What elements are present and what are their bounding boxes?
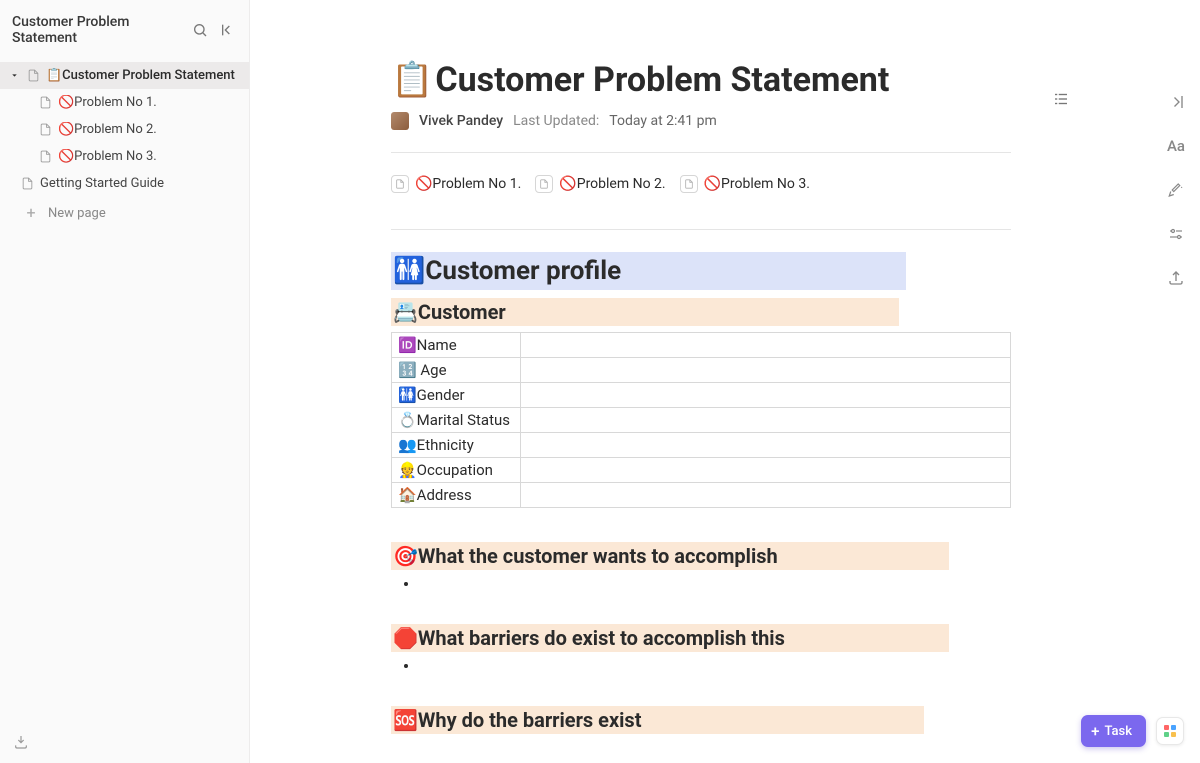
apps-button[interactable] — [1156, 717, 1184, 745]
page-title[interactable]: 📋Customer Problem Statement — [391, 60, 1011, 100]
field-label[interactable]: 👥Ethnicity — [392, 433, 521, 458]
tree-item-label: Getting Started Guide — [40, 176, 164, 191]
page-title-text: Customer Problem Statement — [435, 60, 889, 100]
field-label[interactable]: 👷Occupation — [392, 458, 521, 483]
chip-label: 🚫Problem No 2. — [559, 176, 665, 192]
table-row[interactable]: 💍Marital Status — [392, 408, 1011, 433]
field-value[interactable] — [520, 458, 1010, 483]
barriers-list[interactable] — [391, 658, 1011, 676]
apps-icon — [1164, 725, 1176, 737]
field-label[interactable]: 💍Marital Status — [392, 408, 521, 433]
tree-item-getting-started[interactable]: Getting Started Guide — [0, 170, 249, 197]
expand-icon[interactable] — [1164, 90, 1188, 114]
ai-sparkle-icon[interactable] — [1164, 178, 1188, 202]
document-content[interactable]: 📋Customer Problem Statement Vivek Pandey… — [351, 0, 1051, 763]
divider — [391, 152, 1011, 153]
plus-icon: + — [24, 205, 38, 221]
heading-customer-profile[interactable]: 🚻Customer profile — [391, 252, 906, 290]
subpage-chips: 🚫Problem No 1. 🚫Problem No 2. 🚫Problem N… — [391, 175, 1011, 193]
table-row[interactable]: 🏠Address — [392, 483, 1011, 508]
tree-item-customer-problem-statement[interactable]: 📋Customer Problem Statement — [0, 62, 249, 89]
subpage-chip-1[interactable]: 🚫Problem No 1. — [391, 175, 521, 193]
heading-accomplish[interactable]: 🎯What the customer wants to accomplish — [391, 542, 949, 570]
field-value[interactable] — [520, 333, 1010, 358]
tree-item-problem-3[interactable]: 🚫Problem No 3. — [0, 143, 249, 170]
table-row[interactable]: 🚻Gender — [392, 383, 1011, 408]
field-value[interactable] — [520, 383, 1010, 408]
plus-icon: + — [1091, 722, 1099, 740]
sidebar-header: Customer Problem Statement — [0, 0, 249, 60]
page-icon — [26, 69, 40, 83]
tree-item-label: 🚫Problem No 1. — [58, 95, 157, 110]
chip-label: 🚫Problem No 3. — [704, 176, 810, 192]
field-value[interactable] — [520, 358, 1010, 383]
field-value[interactable] — [520, 433, 1010, 458]
tree-item-problem-1[interactable]: 🚫Problem No 1. — [0, 89, 249, 116]
field-label[interactable]: 🔢 Age — [392, 358, 521, 383]
table-row[interactable]: 👷Occupation — [392, 458, 1011, 483]
page-tree: 📋Customer Problem Statement 🚫Problem No … — [0, 60, 249, 199]
subpage-chip-2[interactable]: 🚫Problem No 2. — [535, 175, 665, 193]
subpage-chip-3[interactable]: 🚫Problem No 3. — [680, 175, 810, 193]
main: 📋Customer Problem Statement Vivek Pandey… — [250, 0, 1200, 763]
page-icon — [535, 175, 553, 193]
heading-barriers[interactable]: 🛑What barriers do exist to accomplish th… — [391, 624, 949, 652]
author-avatar[interactable] — [391, 112, 409, 130]
import-icon[interactable] — [10, 731, 32, 753]
field-label[interactable]: 🆔Name — [392, 333, 521, 358]
tree-item-label: 📋Customer Problem Statement — [46, 68, 235, 83]
share-icon[interactable] — [1164, 266, 1188, 290]
settings-icon[interactable] — [1164, 222, 1188, 246]
field-value[interactable] — [520, 408, 1010, 433]
author-name[interactable]: Vivek Pandey — [419, 113, 503, 129]
typography-icon[interactable]: Aa — [1164, 134, 1188, 158]
table-row[interactable]: 🆔Name — [392, 333, 1011, 358]
chevron-down-icon[interactable] — [8, 71, 20, 80]
task-button[interactable]: + Task — [1081, 715, 1146, 747]
tree-item-problem-2[interactable]: 🚫Problem No 2. — [0, 116, 249, 143]
field-label[interactable]: 🏠Address — [392, 483, 521, 508]
task-label: Task — [1104, 724, 1132, 739]
accomplish-list[interactable] — [391, 576, 1011, 594]
table-row[interactable]: 👥Ethnicity — [392, 433, 1011, 458]
table-row[interactable]: 🔢 Age — [392, 358, 1011, 383]
page-icon — [391, 175, 409, 193]
toc-icon[interactable] — [1052, 90, 1070, 112]
sidebar: Customer Problem Statement 📋Customer Pro… — [0, 0, 250, 763]
new-page-label: New page — [48, 206, 106, 221]
field-value[interactable] — [520, 483, 1010, 508]
heading-customer[interactable]: 📇Customer — [391, 298, 899, 326]
page-emoji: 📋 — [391, 60, 433, 100]
new-page-button[interactable]: + New page — [0, 199, 249, 227]
search-icon[interactable] — [189, 19, 211, 41]
page-icon — [38, 96, 52, 110]
workspace-title: Customer Problem Statement — [12, 14, 189, 46]
page-meta: Vivek Pandey Last Updated: Today at 2:41… — [391, 112, 1011, 130]
updated-label: Last Updated: — [513, 113, 599, 129]
collapse-sidebar-icon[interactable] — [217, 19, 239, 41]
page-icon — [680, 175, 698, 193]
page-icon — [20, 177, 34, 191]
tree-item-label: 🚫Problem No 2. — [58, 122, 157, 137]
heading-why-barriers[interactable]: 🆘Why do the barriers exist — [391, 706, 924, 734]
right-rail: Aa — [1152, 0, 1200, 763]
tree-item-label: 🚫Problem No 3. — [58, 149, 157, 164]
customer-table[interactable]: 🆔Name🔢 Age🚻Gender💍Marital Status👥Ethnici… — [391, 332, 1011, 508]
divider — [391, 229, 1011, 230]
page-icon — [38, 123, 52, 137]
field-label[interactable]: 🚻Gender — [392, 383, 521, 408]
updated-value: Today at 2:41 pm — [609, 113, 716, 129]
chip-label: 🚫Problem No 1. — [415, 176, 521, 192]
page-icon — [38, 150, 52, 164]
